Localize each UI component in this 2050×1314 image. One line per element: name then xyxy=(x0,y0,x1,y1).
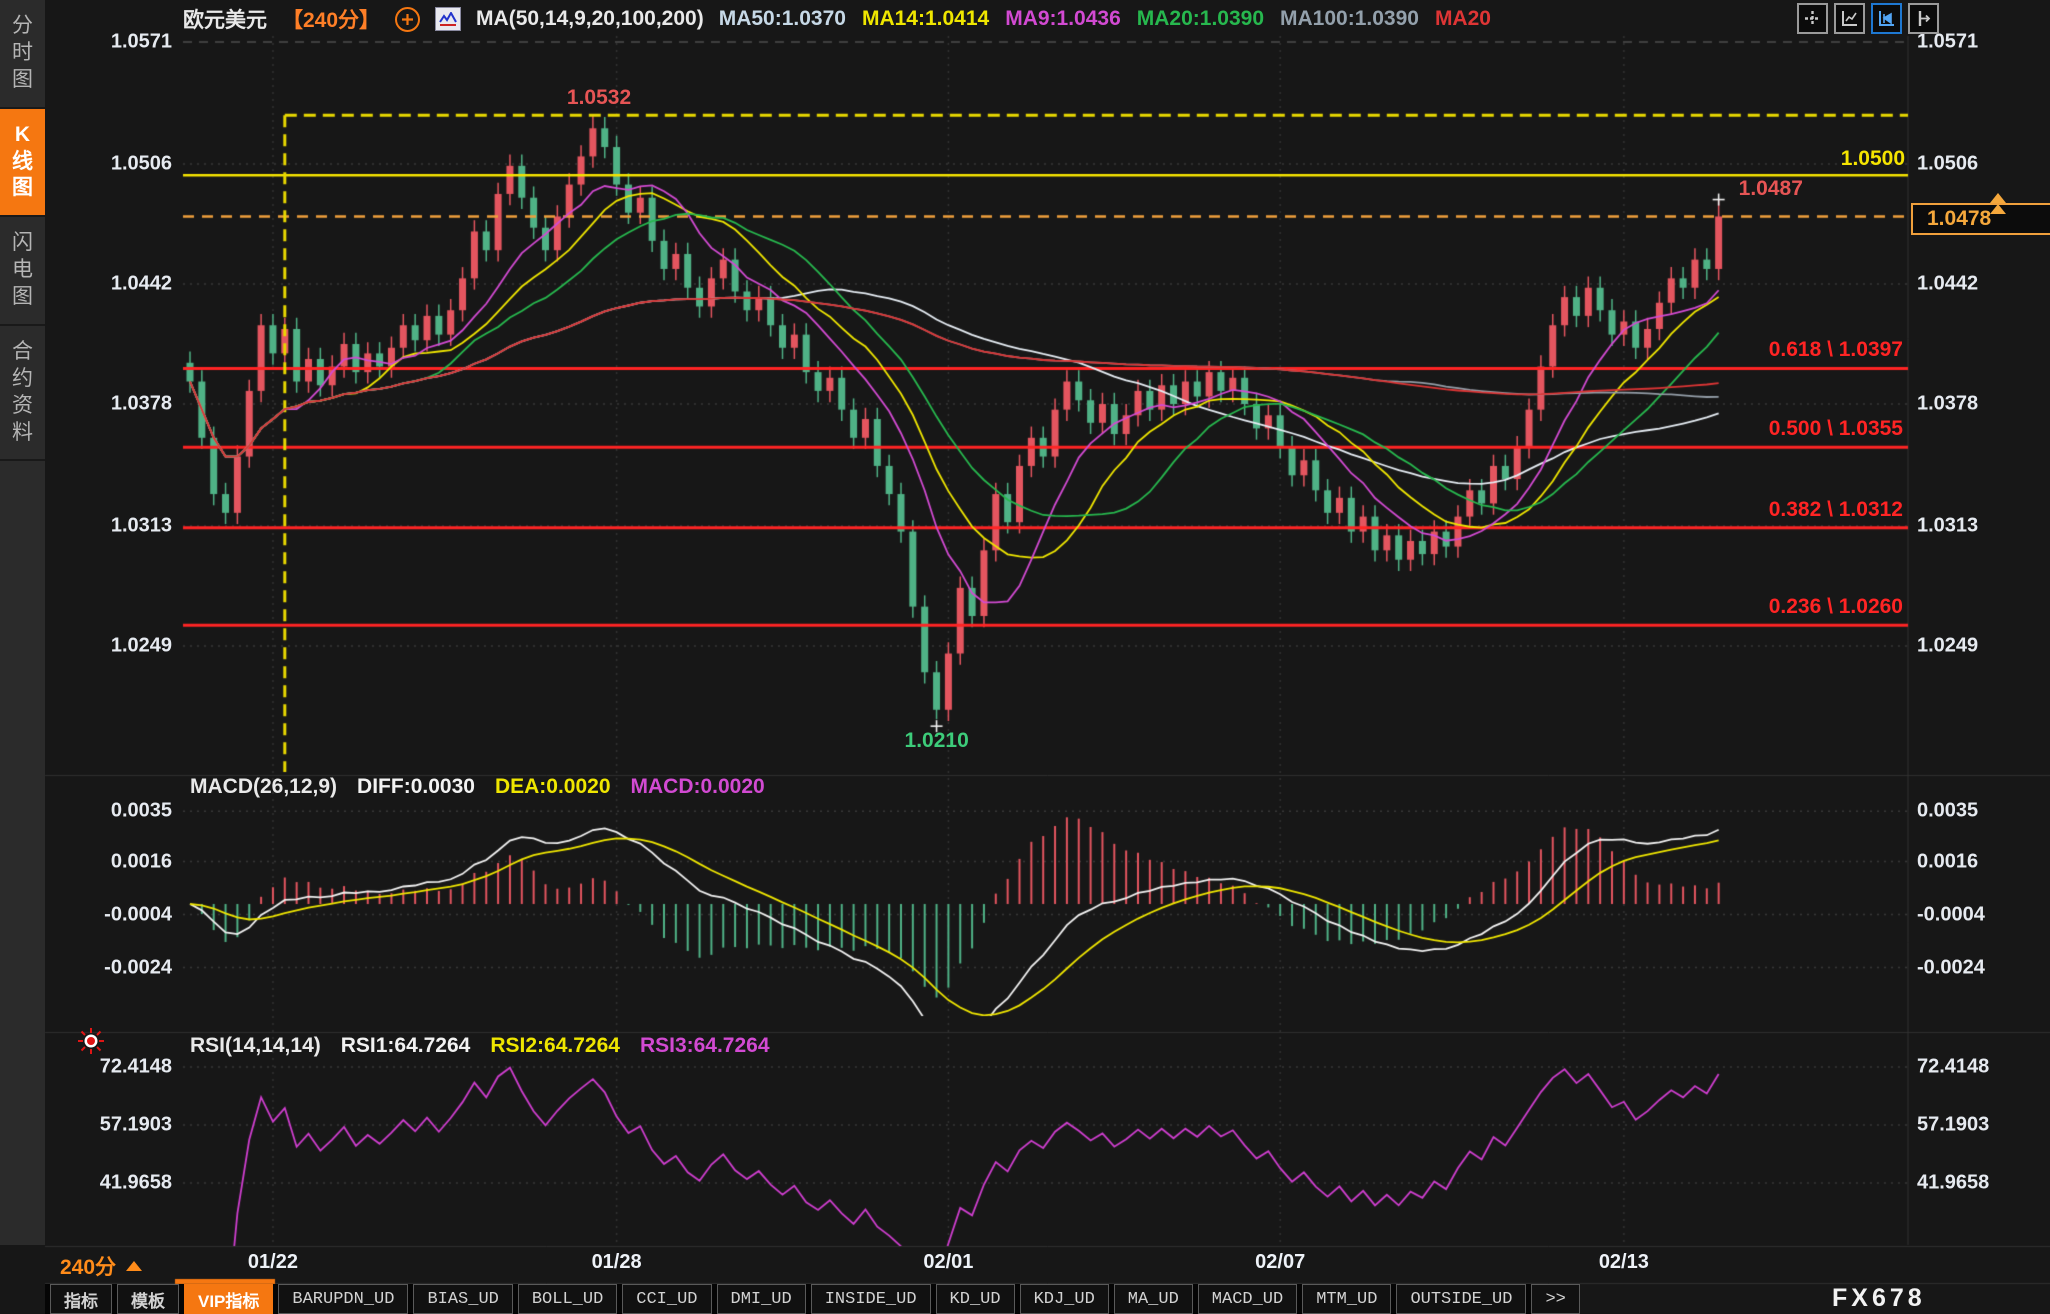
sidebar-item-lightning-chart[interactable]: 闪电图 xyxy=(0,217,45,326)
interval-label: 240分 xyxy=(60,1251,116,1281)
tab-mtm-ud[interactable]: MTM_UD xyxy=(1302,1284,1391,1314)
tab-ma-ud[interactable]: MA_UD xyxy=(1114,1284,1193,1314)
ma-value-label: MA100:1.0390 xyxy=(1280,7,1419,31)
tab-macd-ud[interactable]: MACD_UD xyxy=(1198,1284,1297,1314)
chart-toolbar xyxy=(1797,3,1939,34)
ma-values-group: MA50:1.0370 MA14:1.0414 MA9:1.0436 MA20:1.0… xyxy=(719,7,1491,31)
symbol-title: 欧元美元 xyxy=(183,4,267,34)
interval-selector[interactable]: 240分 xyxy=(60,1251,142,1281)
sidebar-item-kline-chart[interactable]: K线图 xyxy=(0,109,45,218)
tab--[interactable]: >> xyxy=(1531,1284,1579,1314)
tab--[interactable]: 指标 xyxy=(50,1284,112,1314)
chart-type-sidebar: 分时图 K线图闪电图合约资料 xyxy=(0,0,45,1245)
chart-canvas[interactable] xyxy=(0,0,2050,1314)
tab-boll-ud[interactable]: BOLL_UD xyxy=(518,1284,617,1314)
sidebar-item-label: 合约资料 xyxy=(11,339,34,447)
ma-value-label: MA50:1.0370 xyxy=(719,7,846,31)
interval-up-triangle-icon xyxy=(126,1261,142,1271)
sidebar-item-label: K线图 xyxy=(11,122,34,203)
tab-kd-ud[interactable]: KD_UD xyxy=(936,1284,1015,1314)
sidebar-item-label: 闪电图 xyxy=(11,230,34,311)
indicator-chart-icon[interactable] xyxy=(435,7,461,31)
trading-app-window: 分时图 K线图闪电图合约资料 欧元美元 【240分】 MA(50,14,9,20,… xyxy=(0,0,2050,1314)
tab--[interactable]: 模板 xyxy=(117,1284,179,1314)
sidebar-item-time-chart[interactable]: 分时图 xyxy=(0,0,45,109)
tab-kdj-ud[interactable]: KDJ_UD xyxy=(1020,1284,1109,1314)
tab-outside-ud[interactable]: OUTSIDE_UD xyxy=(1396,1284,1526,1314)
indicator-tab-bar: 指标模板VIP指标BARUPDN_UDBIAS_UDBOLL_UDCCI_UDD… xyxy=(45,1284,1580,1314)
tab-barupdn-ud[interactable]: BARUPDN_UD xyxy=(278,1284,408,1314)
tab-cci-ud[interactable]: CCI_UD xyxy=(622,1284,711,1314)
tab-vip-[interactable]: VIP指标 xyxy=(184,1284,273,1314)
ma-value-label: MA20:1.0390 xyxy=(1137,7,1264,31)
sidebar-item-label: 分时图 xyxy=(11,13,34,94)
tab-bias-ud[interactable]: BIAS_UD xyxy=(413,1284,512,1314)
ma-value-label: MA14:1.0414 xyxy=(862,7,989,31)
chart-header: 欧元美元 【240分】 MA(50,14,9,20,100,200) MA50:… xyxy=(183,3,1491,35)
plus-circle-icon[interactable] xyxy=(395,7,420,32)
zoom-range-icon[interactable] xyxy=(1871,3,1902,34)
ma-value-label: MA20 xyxy=(1435,7,1491,31)
move-crosshair-icon[interactable] xyxy=(1797,3,1828,34)
timeframe-label: 【240分】 xyxy=(282,4,380,34)
auto-scale-icon[interactable] xyxy=(1834,3,1865,34)
tab-inside-ud[interactable]: INSIDE_UD xyxy=(811,1284,931,1314)
tab-dmi-ud[interactable]: DMI_UD xyxy=(717,1284,806,1314)
sidebar-item-contract-info[interactable]: 合约资料 xyxy=(0,326,45,462)
axis-shift-icon[interactable] xyxy=(1908,3,1939,34)
ma-value-label: MA9:1.0436 xyxy=(1005,7,1121,31)
ma-settings-label: MA(50,14,9,20,100,200) xyxy=(476,7,704,31)
